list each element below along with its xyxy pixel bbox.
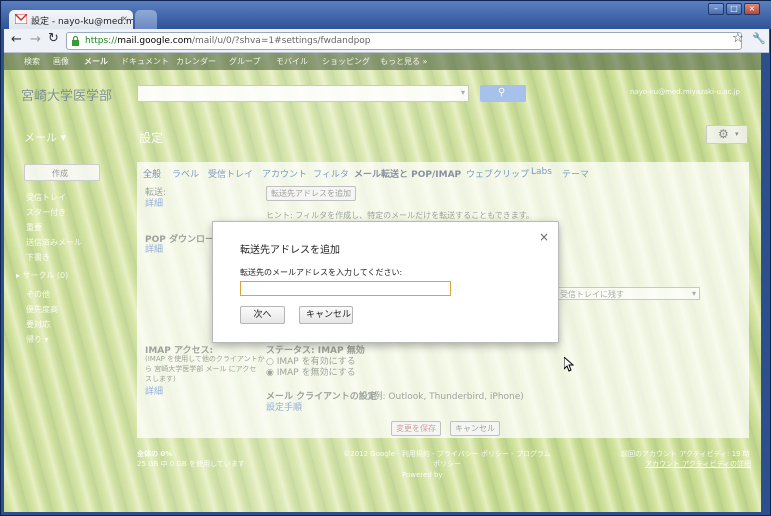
google-bar: 検索 画像 メール ドキュメント カレンダー グループ モバイル ショッピング …: [4, 53, 761, 70]
imap-disable-radio[interactable]: ◉ IMAP を無効にする: [266, 365, 356, 378]
forward-arrow-icon[interactable]: →: [30, 32, 41, 47]
forward-details-link[interactable]: 詳細: [145, 196, 163, 209]
wrench-icon[interactable]: 🔧: [752, 32, 766, 45]
gear-icon: ⚙: [718, 127, 729, 141]
tab-webclips[interactable]: ウェブクリップ: [466, 167, 529, 180]
gbar-item[interactable]: 画像: [53, 56, 69, 67]
account-email[interactable]: nayo-ku@med.miyazaki-u.ac.jp: [630, 88, 740, 96]
tab-themes[interactable]: テーマ: [562, 167, 589, 180]
add-forward-address-button[interactable]: 転送先アドレスを追加: [266, 186, 356, 201]
gbar-item[interactable]: メール: [84, 56, 108, 67]
gmail-icon: [14, 13, 28, 25]
storage-usage: 全体の 0%: [137, 450, 173, 458]
sidebar-item-circles[interactable]: ▸ サークル (0): [16, 270, 68, 281]
url-scheme: https://: [85, 36, 118, 46]
reload-icon[interactable]: ↻: [48, 31, 59, 46]
sidebar-item-inbox[interactable]: 受信トレイ: [26, 192, 66, 203]
compose-label: 作成: [52, 169, 68, 178]
url-path: /mail/u/0/?shva=1#settings/fwdandpop: [191, 36, 371, 46]
mouse-cursor-icon: [563, 355, 575, 372]
tab-inbox[interactable]: 受信トレイ: [208, 167, 253, 180]
settings-gear-button[interactable]: ⚙ ▾: [706, 125, 748, 144]
lock-icon: [71, 35, 80, 46]
search-input[interactable]: ▾: [137, 85, 469, 102]
maximize-icon[interactable]: □: [726, 3, 742, 15]
dialog-cancel-button[interactable]: キャンセル: [299, 306, 353, 324]
tab-title: 設定 - nayo-ku@med.miyaz: [31, 17, 133, 27]
chevron-down-icon: ▾: [735, 130, 739, 138]
tab-labs[interactable]: Labs: [531, 167, 552, 177]
address-bar[interactable]: https://mail.google.com/mail/u/0/?shva=1…: [66, 32, 742, 50]
settings-cancel-button[interactable]: キャンセル: [450, 421, 500, 436]
page-title: 設定: [139, 131, 164, 145]
activity-details-link[interactable]: アカウント アクティビティの詳細: [645, 459, 751, 469]
save-changes-button[interactable]: 変更を保存: [391, 421, 441, 436]
mail-menu[interactable]: メール ▾: [24, 129, 66, 145]
tab-accounts[interactable]: アカウント: [262, 167, 307, 180]
star-bookmark-icon[interactable]: ☆: [732, 31, 744, 46]
gbar-item[interactable]: カレンダー: [176, 56, 216, 67]
forward-address-input[interactable]: [240, 281, 451, 296]
forward-hint: ヒント: フィルタを作成し、特定のメールだけを転送することもできます。: [266, 211, 534, 220]
sidebar-item-sent[interactable]: 送信済みメール: [26, 237, 82, 248]
gbar-item[interactable]: ショッピング: [322, 56, 370, 67]
sidebar-item-important[interactable]: 重要: [26, 222, 42, 233]
mail-client-examples: (例: Outlook, Thunderbird, iPhone): [370, 392, 524, 402]
tab-general[interactable]: 全般: [143, 167, 161, 180]
pop-details-link[interactable]: 詳細: [145, 242, 163, 255]
setup-steps-link[interactable]: 設定手順: [266, 400, 302, 413]
browser-tab-active[interactable]: 設定 - nayo-ku@med.miyaz ×: [9, 10, 133, 30]
imap-desc-3: スします): [145, 375, 176, 383]
sidebar-item-other[interactable]: その他: [26, 289, 50, 300]
sidebar-item-priority[interactable]: 優先度高: [26, 304, 58, 315]
close-icon[interactable]: ×: [539, 230, 549, 244]
sidebar-item-drafts[interactable]: 下書き: [26, 252, 50, 263]
gbar-item[interactable]: グループ: [229, 56, 261, 67]
tab-labels[interactable]: ラベル: [172, 167, 199, 180]
tab-filters[interactable]: フィルタ: [313, 167, 349, 180]
gbar-item[interactable]: もっと見る »: [380, 56, 427, 67]
gbar-item[interactable]: ドキュメント: [121, 56, 169, 67]
imap-details-link[interactable]: 詳細: [145, 384, 163, 397]
add-forward-address-dialog: 転送先アドレスを追加 × 転送先のメールアドレスを入力してください: 次へ キャ…: [212, 221, 559, 343]
navigation-bar: ← → ↻ https://mail.google.com/mail/u/0/?…: [4, 29, 769, 53]
compose-button[interactable]: 作成: [24, 164, 100, 181]
last-activity: 前回のアカウント アクティビティ: 19 時: [621, 450, 750, 458]
new-tab-button[interactable]: [135, 10, 157, 30]
search-dropdown-icon[interactable]: ▾: [461, 88, 465, 97]
tab-forwarding-pop-imap[interactable]: メール転送と POP/IMAP: [354, 167, 461, 180]
gbar-item[interactable]: 検索: [24, 56, 40, 67]
chevron-down-icon: ▾: [691, 289, 696, 298]
storage-usage-detail: 25 GB 中 0 GB を使用しています: [137, 460, 245, 468]
footer-powered: Powered by: [402, 471, 443, 479]
sidebar-item-starred[interactable]: スター付き: [26, 207, 66, 218]
url-host: mail.google.com: [117, 36, 192, 46]
minimize-icon[interactable]: –: [708, 3, 724, 15]
footer-copyright[interactable]: ©2012 Google - 利用規約 - プライバシー ポリシー - プログラ…: [342, 449, 552, 469]
pop-action-value: 受信トレイに残す: [560, 290, 624, 299]
back-arrow-icon[interactable]: ←: [11, 32, 22, 47]
title-bar: 設定 - nayo-ku@med.miyaz × – □ ×: [1, 1, 771, 30]
sidebar-item-todo[interactable]: 要対応: [26, 319, 50, 330]
tab-close-icon[interactable]: ×: [121, 14, 128, 23]
pop-action-select[interactable]: 受信トレイに残す ▾: [556, 287, 700, 300]
window-close-icon[interactable]: ×: [744, 3, 760, 15]
sidebar-item-return[interactable]: 帰り ▾: [26, 334, 49, 345]
gbar-item[interactable]: モバイル: [276, 56, 308, 67]
search-icon: ⚲: [498, 87, 506, 98]
search-button[interactable]: ⚲: [480, 85, 526, 102]
dialog-prompt: 転送先のメールアドレスを入力してください:: [240, 268, 403, 277]
next-button[interactable]: 次へ: [240, 306, 285, 324]
imap-desc-2: ら 宮崎大学医学部 メール にアクセ: [145, 365, 257, 373]
browser-window: 設定 - nayo-ku@med.miyaz × – □ × ← → ↻ htt…: [0, 0, 771, 516]
dialog-title: 転送先アドレスを追加: [240, 245, 340, 256]
imap-desc-1: (IMAP を使用して他のクライアントか: [145, 355, 265, 363]
org-logo: 宮崎大学医学部: [21, 89, 113, 104]
